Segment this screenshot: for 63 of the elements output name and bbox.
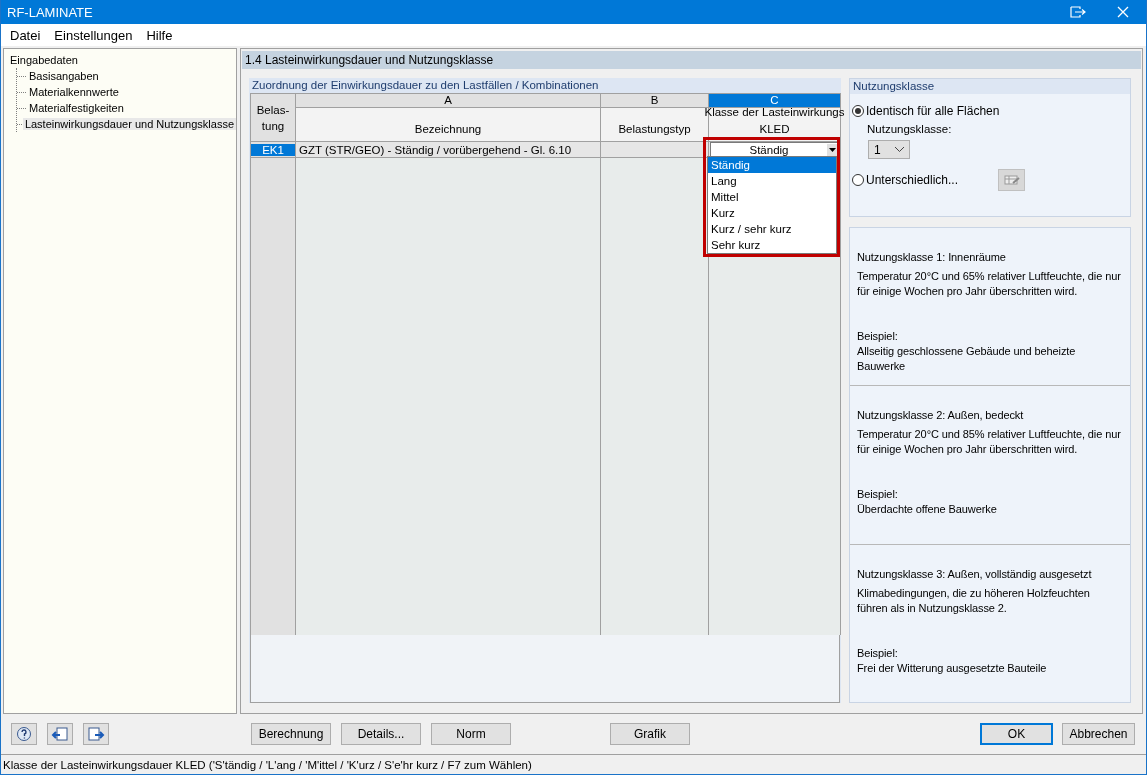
example-text: Allseitig geschlossene Gebäude und beheizte Bauwerke [857, 344, 1077, 374]
menu-item[interactable]: Hilfe [139, 27, 180, 43]
action-button[interactable]: Norm [431, 723, 511, 745]
dropdown-value: 1 [874, 142, 881, 157]
help-icon [14, 725, 34, 743]
help-button[interactable] [11, 723, 37, 745]
info-text: Temperatur 20°C und 65% relativer Luftfeuchte, die nur für einige Wochen pro Jahr überschritten wird. [857, 269, 1122, 299]
dropdown-option[interactable]: Kurz / sehr kurz [708, 221, 836, 237]
radio-label[interactable]: Unterschiedlich... [866, 173, 959, 187]
dropdown-arrow-icon [829, 147, 836, 152]
dropdown-option[interactable]: Sehr kurz [708, 237, 836, 253]
action-button[interactable]: Berechnung [251, 723, 331, 745]
page-title: 1.4 Lasteinwirkungsdauer und Nutzungsklasse [242, 51, 1141, 69]
table-cell: GZT (STR/GEO) - Ständig / vorübergehend - Gl. 6.10 [299, 143, 572, 156]
class-dropdown[interactable]: 1 [868, 140, 910, 159]
info-heading: Nutzungsklasse 3: Außen, vollständig ausgesetzt [857, 566, 1093, 582]
ok-button[interactable]: OK [980, 723, 1053, 745]
dropdown-option[interactable]: Ständig [708, 157, 836, 173]
example-label: Beispiel: [857, 645, 899, 661]
info-heading: Nutzungsklasse 1: Innenräume [857, 250, 1007, 265]
window-title: RF-LAMINATE [7, 4, 94, 20]
column-letter[interactable]: C [709, 94, 841, 108]
row-header[interactable]: EK1 [251, 143, 295, 156]
column-letter[interactable]: A [296, 94, 601, 108]
dropdown-option[interactable]: Mittel [708, 189, 836, 205]
column-header: Belas- tung [251, 94, 296, 142]
example-label: Beispiel: [857, 487, 899, 503]
status-text: Klasse der Lasteinwirkungsdauer KLED ('S'tändig / 'L'ang / 'M'ittel / 'K'urz / S'e'hr kurz / F7 zum Wählen) [3, 758, 532, 771]
export-button[interactable] [83, 723, 109, 745]
column-header: Klasse der Lasteinwirkungs KLED [704, 105, 845, 137]
example-label: Beispiel: [857, 329, 899, 344]
radio-label[interactable]: Identisch für alle Flächen [866, 104, 1000, 118]
tree-item[interactable]: Materialkennwerte [27, 86, 121, 98]
chevron-down-icon [895, 147, 904, 152]
radio-button[interactable] [852, 174, 864, 186]
tree-item[interactable]: Lasteinwirkungsdauer und Nutzungsklasse [22, 118, 236, 130]
export-icon [86, 725, 106, 743]
dropdown-value: Ständig [748, 143, 790, 156]
column-letter[interactable]: B [601, 94, 709, 108]
info-text: Temperatur 20°C und 85% relativer Luftfeuchte, die nur für einige Wochen pro Jahr überschritten wird. [857, 427, 1122, 458]
dropdown-option[interactable]: Kurz [708, 205, 836, 221]
panel-title: Nutzungsklasse [850, 79, 1130, 94]
graphics-button[interactable]: Grafik [610, 723, 690, 745]
group-title: Zuordnung der Einwirkungsdauer zu den Lastfällen / Kombinationen [251, 78, 600, 93]
tree-item[interactable]: Basisangaben [27, 70, 101, 82]
column-header: Bezeichnung [414, 122, 482, 137]
example-text: Überdachte offene Bauwerke [857, 502, 998, 518]
radio-button[interactable] [852, 105, 864, 117]
table-edit-icon [1003, 174, 1020, 186]
cancel-button[interactable]: Abbrechen [1062, 723, 1135, 745]
menu-item[interactable]: Datei [3, 27, 48, 43]
dropdown-option[interactable]: Lang [708, 173, 836, 189]
example-text: Frei der Witterung ausgesetzte Bauteile [857, 660, 1048, 676]
info-text: Klimabedingungen, die zu höheren Holzfeuchten führen als in Nutzungsklasse 2. [857, 585, 1091, 616]
menu-item[interactable]: Einstellungen [47, 27, 140, 43]
action-button[interactable]: Details... [341, 723, 421, 745]
import-icon [50, 725, 70, 743]
import-button[interactable] [47, 723, 73, 745]
info-heading: Nutzungsklasse 2: Außen, bedeckt [857, 408, 1025, 424]
tree-item[interactable]: Materialfestigkeiten [27, 102, 126, 114]
field-label: Nutzungsklasse: [866, 123, 953, 135]
column-header: Belastungstyp [618, 122, 691, 137]
tree-item[interactable]: Eingabedaten [8, 54, 80, 66]
